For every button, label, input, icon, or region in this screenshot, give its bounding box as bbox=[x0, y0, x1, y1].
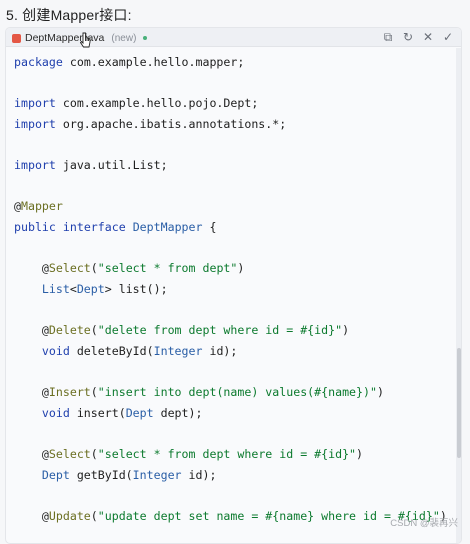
code-token: @ bbox=[14, 199, 21, 214]
code-token: "delete from dept where id = #{id}" bbox=[97, 323, 343, 338]
code-token: Delete bbox=[48, 323, 91, 338]
watermark: CSDN @裴再兴 bbox=[390, 518, 458, 529]
code-token: ( bbox=[90, 447, 98, 462]
code-line: void deleteById(Integer id); bbox=[14, 341, 447, 362]
close-icon[interactable]: ✕ bbox=[423, 29, 433, 45]
code-token: com.example.hello.pojo.Dept; bbox=[55, 96, 259, 111]
code-body: package com.example.hello.mapper; import… bbox=[14, 52, 447, 527]
file-tab-status: (new) bbox=[111, 32, 137, 44]
code-token: id); bbox=[181, 467, 217, 482]
code-token: ( bbox=[90, 261, 98, 276]
code-token: dept); bbox=[153, 405, 203, 420]
code-line: @Update("update dept set name = #{name} … bbox=[14, 506, 447, 527]
code-line: @Insert("insert into dept(name) values(#… bbox=[14, 382, 447, 403]
code-line: package com.example.hello.mapper; bbox=[14, 52, 447, 73]
code-token: getById( bbox=[69, 467, 133, 482]
code-token: "select * from dept where id = #{id}" bbox=[97, 447, 357, 462]
refresh-icon[interactable]: ↻ bbox=[403, 29, 413, 45]
code-token: id); bbox=[202, 343, 238, 358]
code-token: { bbox=[202, 220, 217, 235]
code-token: "insert into dept(name) values(#{name})" bbox=[97, 385, 377, 400]
vertical-scrollbar[interactable] bbox=[456, 48, 461, 543]
copy-icon[interactable]: ⧉ bbox=[383, 29, 393, 45]
code-token: Integer bbox=[153, 343, 203, 358]
code-line: import org.apache.ibatis.annotations.*; bbox=[14, 114, 447, 135]
code-token: @ bbox=[14, 509, 49, 524]
code-token: java.util.List; bbox=[55, 158, 168, 173]
code-token: void bbox=[41, 405, 70, 420]
code-token: @ bbox=[14, 261, 49, 276]
code-token: @ bbox=[14, 385, 49, 400]
code-token: com.example.hello.mapper; bbox=[62, 55, 245, 69]
code-token: Dept bbox=[125, 405, 154, 420]
code-token: insert( bbox=[69, 405, 126, 420]
code-token: import bbox=[14, 96, 56, 111]
code-token: org.apache.ibatis.annotations.*; bbox=[55, 116, 287, 131]
code-token: ) bbox=[237, 261, 245, 276]
code-token: void bbox=[41, 343, 70, 358]
code-line: @Mapper bbox=[14, 196, 447, 217]
code-line: @Delete("delete from dept where id = #{i… bbox=[14, 320, 447, 341]
unsaved-dot-icon bbox=[143, 36, 148, 40]
code-line: import java.util.List; bbox=[14, 155, 447, 176]
code-token: Select bbox=[48, 447, 91, 462]
code-token: deleteById( bbox=[69, 343, 154, 358]
code-token: DeptMapper bbox=[132, 220, 203, 235]
code-line: Dept getById(Integer id); bbox=[14, 465, 447, 486]
code-token: @ bbox=[14, 447, 49, 462]
code-token: Dept bbox=[41, 467, 70, 482]
code-token: List bbox=[41, 282, 70, 297]
code-token: Select bbox=[48, 261, 91, 276]
code-token: "update dept set name = #{name} where id… bbox=[97, 509, 440, 524]
code-token: package bbox=[14, 55, 63, 69]
code-token: import bbox=[14, 158, 56, 173]
code-token: ( bbox=[90, 385, 98, 400]
code-line: public interface DeptMapper { bbox=[14, 217, 447, 238]
code-token: > list(); bbox=[104, 282, 168, 297]
check-icon[interactable]: ✓ bbox=[443, 29, 453, 45]
code-line: List<Dept> list(); bbox=[14, 279, 447, 300]
mouse-cursor-icon bbox=[79, 32, 91, 48]
code-token: ) bbox=[356, 447, 364, 462]
code-token: Dept bbox=[76, 282, 105, 297]
code-token: ( bbox=[90, 509, 98, 524]
code-token: "select * from dept" bbox=[97, 261, 238, 276]
code-token: @ bbox=[14, 323, 49, 338]
code-editor: DeptMapper.java (new) ⧉ ↻ ✕ ✓ package co… bbox=[5, 27, 462, 544]
code-token: ) bbox=[342, 323, 350, 338]
code-token: < bbox=[69, 282, 77, 297]
scrollbar-thumb[interactable] bbox=[457, 348, 461, 458]
code-line: void insert(Dept dept); bbox=[14, 403, 447, 424]
code-line: @Select("select * from dept") bbox=[14, 258, 447, 279]
code-token: ( bbox=[90, 323, 98, 338]
code-token: public bbox=[14, 220, 56, 235]
code-token: Insert bbox=[48, 385, 91, 400]
java-file-icon bbox=[12, 33, 21, 43]
tab-actions: ⧉ ↻ ✕ ✓ bbox=[383, 29, 453, 45]
code-token: import bbox=[14, 116, 56, 131]
code-token: ) bbox=[376, 385, 384, 400]
code-token: Update bbox=[48, 509, 91, 524]
section-heading: 5. 创建Mapper接口: bbox=[6, 7, 132, 23]
code-line: @Select("select * from dept where id = #… bbox=[14, 444, 447, 465]
code-token: Mapper bbox=[20, 199, 63, 214]
code-line: import com.example.hello.pojo.Dept; bbox=[14, 93, 447, 114]
code-token: Integer bbox=[132, 467, 182, 482]
code-token: interface bbox=[62, 220, 126, 235]
editor-tab-bar: DeptMapper.java (new) ⧉ ↻ ✕ ✓ bbox=[6, 28, 461, 48]
